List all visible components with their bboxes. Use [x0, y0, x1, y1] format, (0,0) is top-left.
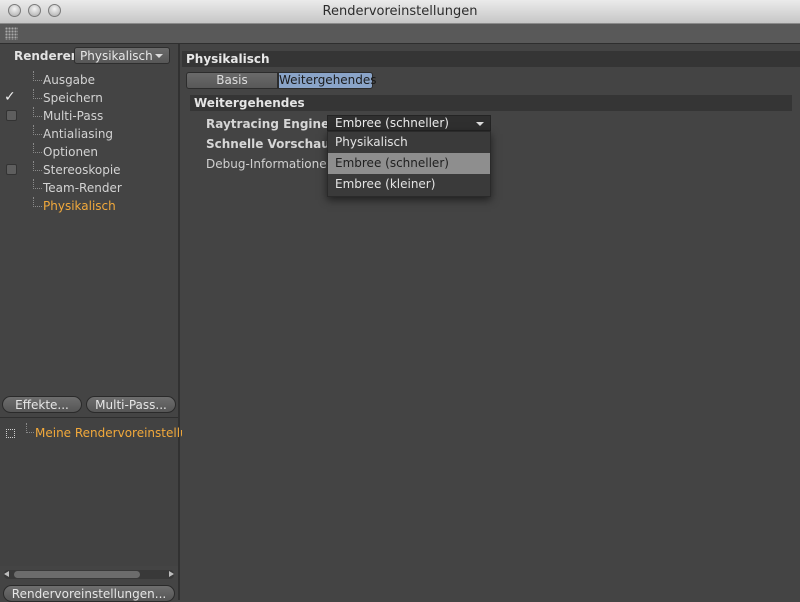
- schnelle-vorschau-label: Schnelle Vorschau: [206, 137, 330, 151]
- stereoskopie-checkbox[interactable]: [6, 164, 17, 175]
- tree-connector: [33, 161, 42, 171]
- sidebar-item-label: Multi-Pass: [43, 109, 104, 123]
- tree-connector: [33, 143, 42, 153]
- window-title: Rendervoreinstellungen: [322, 4, 478, 19]
- scroll-left-icon[interactable]: [4, 571, 9, 577]
- scrollbar-thumb[interactable]: [14, 571, 140, 578]
- sidebar-item-stereoskopie[interactable]: Stereoskopie: [0, 161, 178, 179]
- raytracing-engine-select[interactable]: Embree (schneller): [327, 115, 491, 131]
- raytracing-engine-value: Embree (schneller): [335, 116, 449, 130]
- section-title: Physikalisch: [182, 51, 800, 67]
- raytracing-engine-label: Raytracing Engine: [206, 117, 330, 131]
- toolbar-strip: [0, 24, 800, 44]
- sidebar-item-ausgabe[interactable]: Ausgabe: [0, 71, 178, 89]
- renderer-select-value: Physikalisch: [80, 49, 153, 63]
- sidebar-buttons: Effekte... Multi-Pass...: [2, 396, 178, 414]
- renderer-label: Renderer: [14, 49, 77, 63]
- tree-connector: [33, 107, 42, 117]
- debug-informationen-label: Debug-Informationen: [206, 157, 335, 171]
- scroll-right-icon[interactable]: [169, 571, 174, 577]
- sidebar-item-label: Physikalisch: [43, 199, 116, 213]
- sidebar-item-multi-pass[interactable]: Multi-Pass: [0, 107, 178, 125]
- main-panel: Physikalisch Basis Weitergehendes Weiter…: [182, 44, 800, 600]
- tree-connector: [33, 71, 42, 81]
- horizontal-scrollbar[interactable]: [4, 570, 174, 579]
- preset-item[interactable]: Meine Rendervoreinstellun: [35, 426, 195, 440]
- preset-list: Meine Rendervoreinstellun: [0, 417, 195, 566]
- tab-weitergehendes[interactable]: Weitergehendes: [278, 72, 377, 89]
- sidebar: Renderer Physikalisch Ausgabe ✓ Speicher…: [0, 44, 195, 602]
- sidebar-item-label: Team-Render: [43, 181, 122, 195]
- tree-connector: [33, 89, 42, 99]
- chevron-down-icon: [155, 54, 163, 58]
- sidebar-item-team-render[interactable]: Team-Render: [0, 179, 178, 197]
- dropdown-option-physikalisch[interactable]: Physikalisch: [328, 132, 490, 153]
- sidebar-item-speichern[interactable]: ✓ Speichern: [0, 89, 178, 107]
- checkmark-icon[interactable]: ✓: [4, 89, 18, 105]
- sidebar-item-label: Speichern: [43, 91, 103, 105]
- sidebar-item-antialiasing[interactable]: Antialiasing: [0, 125, 178, 143]
- tree-connector: [33, 125, 42, 135]
- tree-connector: [33, 197, 42, 207]
- effects-button[interactable]: Effekte...: [2, 396, 82, 413]
- dropdown-option-embree-kleiner[interactable]: Embree (kleiner): [328, 174, 490, 195]
- sidebar-item-label: Optionen: [43, 145, 99, 159]
- sidebar-item-label: Antialiasing: [43, 127, 114, 141]
- raytracing-engine-dropdown: Physikalisch Embree (schneller) Embree (…: [327, 131, 491, 197]
- multi-pass-button[interactable]: Multi-Pass...: [86, 396, 176, 413]
- sidebar-item-optionen[interactable]: Optionen: [0, 143, 178, 161]
- settings-tree: Ausgabe ✓ Speichern Multi-Pass Antialias…: [0, 71, 178, 215]
- tree-connector: [26, 423, 34, 433]
- multi-pass-checkbox[interactable]: [6, 110, 17, 121]
- tab-basis[interactable]: Basis: [186, 72, 278, 89]
- grip-icon[interactable]: [5, 27, 18, 40]
- chevron-down-icon: [476, 122, 484, 126]
- sidebar-item-physikalisch[interactable]: Physikalisch: [0, 197, 178, 215]
- tree-connector: [33, 179, 42, 189]
- renderer-select[interactable]: Physikalisch: [74, 47, 170, 64]
- presets-button[interactable]: Rendervoreinstellungen...: [3, 585, 175, 602]
- group-title: Weitergehendes: [190, 95, 792, 111]
- sidebar-item-label: Ausgabe: [43, 73, 96, 87]
- sidebar-item-label: Stereoskopie: [43, 163, 121, 177]
- dropdown-option-embree-schneller[interactable]: Embree (schneller): [328, 153, 490, 174]
- preset-icon[interactable]: [6, 429, 15, 438]
- title-bar: Rendervoreinstellungen: [0, 0, 800, 24]
